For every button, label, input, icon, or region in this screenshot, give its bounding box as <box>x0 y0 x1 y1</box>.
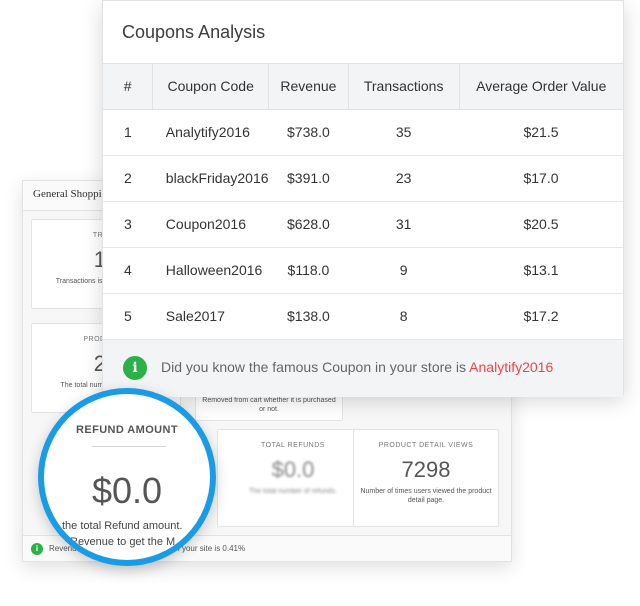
total-refunds-desc: The total number of refunds. <box>249 488 337 495</box>
column-header-transactions[interactable]: Transactions <box>348 64 460 110</box>
column-header-revenue[interactable]: Revenue <box>268 64 349 110</box>
product-detail-views-card: PRODUCT DETAIL VIEWS 7298 Number of time… <box>353 429 499 527</box>
average-order-value: $13.1 <box>459 247 623 294</box>
total-refunds-card: TOTAL REFUNDS $0.0 The total number of r… <box>217 429 369 527</box>
transactions: 35 <box>348 109 460 156</box>
table-row: 5 Sale2017 $138.0 8 $17.2 <box>103 293 623 340</box>
column-header-num[interactable]: # <box>103 64 154 110</box>
table-header-row: # Coupon Code Revenue Transactions Avera… <box>103 64 623 110</box>
transactions: 9 <box>348 247 460 294</box>
table-row: 4 Halloween2016 $118.0 9 $13.1 <box>103 247 623 294</box>
tip-text: Did you know the famous Coupon in your s… <box>161 358 470 375</box>
row-num: 1 <box>103 109 153 156</box>
coupon-code: Sale2017 <box>152 293 269 340</box>
table-row: 3 Coupon2016 $628.0 31 $20.5 <box>103 201 623 248</box>
coupons-analysis-card: Coupons Analysis # Coupon Code Revenue T… <box>102 0 624 397</box>
refund-extra-line: Revenue to get the M <box>70 536 176 548</box>
coupon-code: Coupon2016 <box>152 201 269 248</box>
tip-highlight-coupon: Analytify2016 <box>469 358 554 375</box>
column-header-coupon-code[interactable]: Coupon Code <box>152 64 270 110</box>
total-refunds-value: $0.0 <box>271 457 315 482</box>
revenue: $118.0 <box>268 247 349 294</box>
total-refunds-label: TOTAL REFUNDS <box>261 442 325 449</box>
average-order-value: $17.0 <box>459 155 623 202</box>
product-detail-views-desc: Number of times users viewed the product… <box>360 488 492 504</box>
revenue: $391.0 <box>268 155 349 202</box>
refund-desc-line: the total Refund amount. <box>62 520 183 532</box>
average-order-value: $20.5 <box>459 201 623 248</box>
coupon-tip: i Did you know the famous Coupon in your… <box>103 339 623 397</box>
transactions: 31 <box>348 201 460 248</box>
transactions: 8 <box>348 293 460 340</box>
refund-amount-magnifier: REFUND AMOUNT $0.0 the total Refund amou… <box>38 388 216 566</box>
transactions: 23 <box>348 155 460 202</box>
refund-amount-label: REFUND AMOUNT <box>76 424 178 436</box>
average-order-value: $17.2 <box>459 293 623 340</box>
column-header-aov[interactable]: Average Order Value <box>459 64 623 110</box>
product-removed-desc: Removed from cart whether it is purchase… <box>202 397 336 413</box>
row-num: 5 <box>103 293 153 340</box>
coupon-code: Analytify2016 <box>152 109 269 156</box>
row-num: 3 <box>103 201 153 248</box>
refund-amount-value: $0.0 <box>91 470 163 511</box>
table-row: 1 Analytify2016 $738.0 35 $21.5 <box>103 109 623 156</box>
row-num: 4 <box>103 247 153 294</box>
info-icon: i <box>31 543 43 555</box>
divider <box>92 446 166 447</box>
product-detail-views-label: PRODUCT DETAIL VIEWS <box>378 442 474 449</box>
coupons-table: # Coupon Code Revenue Transactions Avera… <box>103 64 623 340</box>
coupons-title: Coupons Analysis <box>103 1 623 64</box>
revenue: $628.0 <box>268 201 349 248</box>
refund-amount-desc: the total Refund amount. Revenue to get … <box>62 518 210 550</box>
product-detail-views-value: 7298 <box>401 457 451 482</box>
info-icon: i <box>123 355 147 380</box>
coupon-code: blackFriday2016 <box>152 155 269 202</box>
revenue: $138.0 <box>268 293 349 340</box>
average-order-value: $21.5 <box>459 109 623 156</box>
coupon-code: Halloween2016 <box>152 247 269 294</box>
row-num: 2 <box>103 155 153 202</box>
table-row: 2 blackFriday2016 $391.0 23 $17.0 <box>103 155 623 202</box>
revenue: $738.0 <box>268 109 349 156</box>
